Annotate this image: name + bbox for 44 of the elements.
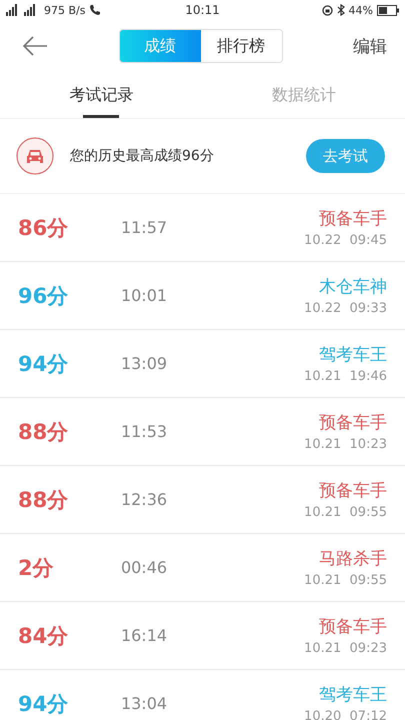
duration: 13:04 [120,694,168,713]
exam-date: 10.21 10:23 [304,437,387,452]
battery-percent: 44% [348,4,373,16]
phone-icon [89,4,102,16]
edit-button[interactable]: 编辑 [353,34,387,58]
exam-date: 10.21 09:55 [304,505,387,520]
score: 96分 [18,282,70,310]
score: 94分 [18,690,70,718]
rank-title: 驾考车王 [319,684,387,706]
rank-title: 木仓车神 [319,276,387,298]
duration: 13:09 [120,354,168,373]
exam-date: 10.21 19:46 [304,369,387,384]
exam-date: 10.21 09:23 [304,641,387,656]
bluetooth-icon [336,4,345,16]
rank-title: 预备车手 [319,412,387,434]
rank-title: 预备车手 [319,208,387,230]
clock: 10:11 [185,3,220,17]
rank-title: 预备车手 [319,480,387,502]
network-speed: 975 B/s [44,4,86,16]
duration: 11:57 [120,218,168,237]
exam-date: 10.22 09:45 [304,233,387,248]
score: 88分 [18,418,70,446]
score: 2分 [18,554,55,582]
duration: 11:53 [120,422,168,441]
duration: 00:46 [120,558,168,577]
rotation-lock-icon [322,4,333,16]
rank-title: 驾考车王 [319,344,387,366]
exam-date: 10.21 09:55 [304,573,387,588]
exam-date: 10.22 09:33 [304,301,387,316]
score: 84分 [18,622,70,650]
car-icon [16,137,54,175]
duration: 12:36 [120,490,168,509]
best-score-text: 您的历史最高成绩96分 [70,147,215,165]
duration: 16:14 [120,626,168,645]
score: 88分 [18,486,70,514]
exam-date: 10.20 07:12 [304,709,387,720]
battery-icon [377,4,399,16]
back-arrow-icon[interactable] [22,36,48,56]
tab[interactable]: 考试记录 [0,72,202,118]
duration: 10:01 [120,286,168,305]
rank-title: 预备车手 [319,616,387,638]
score: 86分 [18,214,70,242]
score: 94分 [18,350,70,378]
rank-title: 马路杀手 [319,548,387,570]
